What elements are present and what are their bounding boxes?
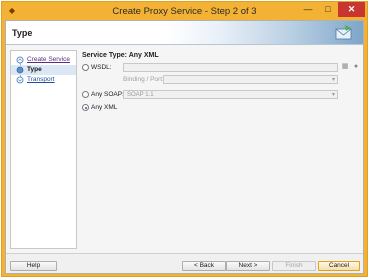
binding-port-label: Binding / Port: xyxy=(123,76,164,83)
nav-step-type[interactable]: Type xyxy=(11,65,76,75)
step-done-icon xyxy=(16,56,24,64)
any-soap-value: SOAP 1.1 xyxy=(127,92,154,98)
nav-step-transport[interactable]: Transport xyxy=(11,75,76,85)
any-soap-label: Any SOAP: xyxy=(91,91,124,98)
next-button[interactable]: Next > xyxy=(226,261,270,271)
any-soap-radio[interactable] xyxy=(82,91,89,98)
wsdl-label: WSDL: xyxy=(91,64,112,71)
wsdl-field[interactable] xyxy=(123,63,338,72)
wizard-content: Service Type: Any XML WSDL: ▦ ● Binding … xyxy=(79,50,363,249)
wizard-header: Type xyxy=(6,21,363,45)
nav-step-label: Create Service xyxy=(27,56,70,63)
dialog-window: ◆ Create Proxy Service - Step 2 of 3 — □… xyxy=(1,1,368,277)
nav-step-label: Type xyxy=(27,66,42,73)
any-xml-label: Any XML xyxy=(91,104,118,111)
dialog-body: Type Create Service Type Transport Servi… xyxy=(5,20,364,274)
title-bar[interactable]: ◆ Create Proxy Service - Step 2 of 3 — □… xyxy=(2,2,367,20)
finish-button[interactable]: Finish xyxy=(272,261,316,271)
back-button[interactable]: < Back xyxy=(182,261,226,271)
nav-step-create-service[interactable]: Create Service xyxy=(11,55,76,65)
minimize-button[interactable]: — xyxy=(298,2,318,17)
binding-port-select[interactable]: ▾ xyxy=(163,75,338,84)
wizard-steps-nav: Create Service Type Transport xyxy=(10,50,77,249)
cancel-button[interactable]: Cancel xyxy=(318,261,360,271)
step-current-icon xyxy=(16,66,24,74)
page-title: Type xyxy=(12,28,33,38)
any-soap-select[interactable]: SOAP 1.1 ▾ xyxy=(123,90,338,99)
wsdl-radio[interactable] xyxy=(82,64,89,71)
chevron-down-icon: ▾ xyxy=(331,77,335,83)
any-xml-radio[interactable] xyxy=(82,104,89,111)
chevron-down-icon: ▾ xyxy=(331,92,335,98)
help-button[interactable]: Help xyxy=(10,261,57,271)
service-envelope-icon xyxy=(335,25,352,40)
nav-step-label: Transport xyxy=(27,76,55,83)
step-pending-icon xyxy=(16,76,24,84)
browse-wsdl-icon[interactable]: ▦ xyxy=(341,63,349,71)
refresh-icon[interactable]: ● xyxy=(352,63,360,71)
maximize-button[interactable]: □ xyxy=(318,2,338,17)
button-bar: Help < Back Next > Finish Cancel xyxy=(6,253,363,273)
close-button[interactable]: ✕ xyxy=(338,2,365,17)
section-title: Service Type: Any XML xyxy=(82,52,159,59)
